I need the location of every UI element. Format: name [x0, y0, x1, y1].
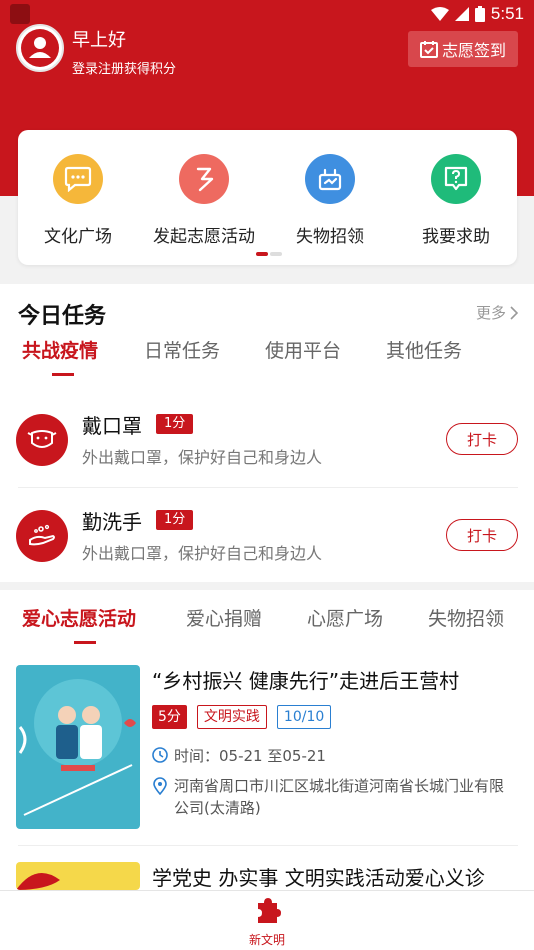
activity-poster-image	[16, 665, 140, 829]
chevron-right-icon	[510, 305, 518, 320]
activity-address: 河南省周口市川汇区城北街道河南省长城门业有限公司(太清路)	[152, 775, 518, 819]
calendar-check-icon	[419, 41, 438, 58]
today-tasks-panel: 今日任务 更多 共战疫情 日常任务 使用平台 其他任务 戴口罩 1分 外出戴口罩…	[0, 284, 534, 582]
chat-bubble-icon	[53, 154, 103, 204]
tab-volunteer-activities[interactable]: 爱心志愿活动	[22, 604, 136, 631]
punch-in-button[interactable]: 打卡	[446, 423, 518, 455]
tab-donations[interactable]: 爱心捐赠	[186, 604, 262, 631]
tab-use-platform[interactable]: 使用平台	[265, 336, 341, 363]
task-name: 戴口罩	[82, 414, 142, 438]
quota-tag: 10/10	[276, 705, 332, 729]
quick-label: 失物招领	[296, 227, 364, 247]
tab-fight-epidemic[interactable]: 共战疫情	[22, 336, 98, 363]
quick-culture-square[interactable]: 文化广场	[18, 154, 138, 247]
score-tag: 5分	[152, 705, 187, 729]
task-tabs: 共战疫情 日常任务 使用平台 其他任务	[0, 336, 534, 376]
task-description: 外出戴口罩，保护好自己和身边人	[82, 448, 323, 467]
points-badge: 1分	[156, 414, 194, 434]
clock-icon	[152, 747, 168, 763]
activity-card[interactable]: “乡村振兴 健康先行”走进后王营村 5分 文明实践 10/10 时间：05-21…	[16, 665, 518, 835]
more-link[interactable]: 更多	[476, 302, 518, 323]
signin-label: 志愿签到	[441, 41, 506, 60]
bottom-nav: 新文明	[0, 890, 534, 950]
quick-actions-card: 文化广场 发起志愿活动 失物招领 我要求助	[18, 130, 517, 265]
tab-lost-found[interactable]: 失物招领	[428, 604, 504, 631]
nav-new-civilization[interactable]: 新文明	[234, 895, 300, 948]
tab-other-tasks[interactable]: 其他任务	[386, 336, 462, 363]
signal-icon	[454, 7, 469, 21]
page-indicator	[256, 252, 282, 256]
quick-start-volunteer[interactable]: 发起志愿活动	[144, 154, 264, 247]
tab-active-indicator	[74, 641, 96, 644]
quick-ask-help[interactable]: 我要求助	[396, 154, 516, 247]
quick-label: 我要求助	[422, 227, 490, 247]
activity-tabs: 爱心志愿活动 爱心捐赠 心愿广场 失物招领	[0, 604, 534, 644]
divider	[18, 845, 518, 846]
tab-daily-tasks[interactable]: 日常任务	[144, 336, 220, 363]
tab-active-indicator	[52, 373, 74, 376]
login-prompt[interactable]: 登录注册获得积分	[72, 58, 176, 77]
section-title: 今日任务	[18, 304, 107, 329]
quick-lost-found[interactable]: 失物招领	[270, 154, 390, 247]
quick-label: 发起志愿活动	[153, 227, 255, 247]
task-description: 外出戴口罩，保护好自己和身边人	[82, 544, 323, 563]
activity-title: “乡村振兴 健康先行”走进后王营村	[152, 669, 460, 693]
volunteer-signin-button[interactable]: 志愿签到	[407, 31, 518, 67]
found-items-icon	[305, 154, 355, 204]
help-question-icon	[431, 154, 481, 204]
task-row: 戴口罩 1分 外出戴口罩，保护好自己和身边人 打卡	[0, 398, 534, 494]
task-row: 勤洗手 1分 外出戴口罩，保护好自己和身边人 打卡	[0, 494, 534, 590]
hand-heart-icon	[179, 154, 229, 204]
activity-title: 学党史 办实事 文明实践活动爱心义诊	[152, 866, 485, 890]
activity-poster-image	[16, 862, 140, 890]
greeting-text: 早上好	[72, 30, 126, 51]
punch-in-button[interactable]: 打卡	[446, 519, 518, 551]
wifi-icon	[430, 7, 449, 21]
activities-panel: 爱心志愿活动 爱心捐赠 心愿广场 失物招领 “乡村振兴 健康先行”走进后王营村 …	[0, 590, 534, 890]
divider	[18, 487, 518, 488]
status-time: 5:51	[490, 4, 524, 23]
hand-wash-icon	[16, 510, 68, 562]
user-avatar-icon[interactable]	[16, 24, 64, 72]
points-badge: 1分	[156, 510, 194, 530]
quick-label: 文化广场	[44, 227, 112, 247]
notification-app-icon	[10, 4, 30, 24]
activity-tags: 5分 文明实践 10/10	[152, 705, 332, 729]
battery-icon	[474, 6, 485, 22]
task-name: 勤洗手	[82, 510, 142, 534]
user-row[interactable]: 早上好 登录注册获得积分 志愿签到	[16, 24, 518, 80]
activity-time: 时间：05-21 至05-21	[152, 745, 518, 766]
puzzle-icon	[258, 898, 281, 923]
category-tag: 文明实践	[196, 705, 267, 729]
tab-wish-square[interactable]: 心愿广场	[307, 604, 383, 631]
mask-icon	[16, 414, 68, 466]
location-pin-icon	[153, 777, 167, 795]
nav-label: 新文明	[248, 933, 285, 947]
